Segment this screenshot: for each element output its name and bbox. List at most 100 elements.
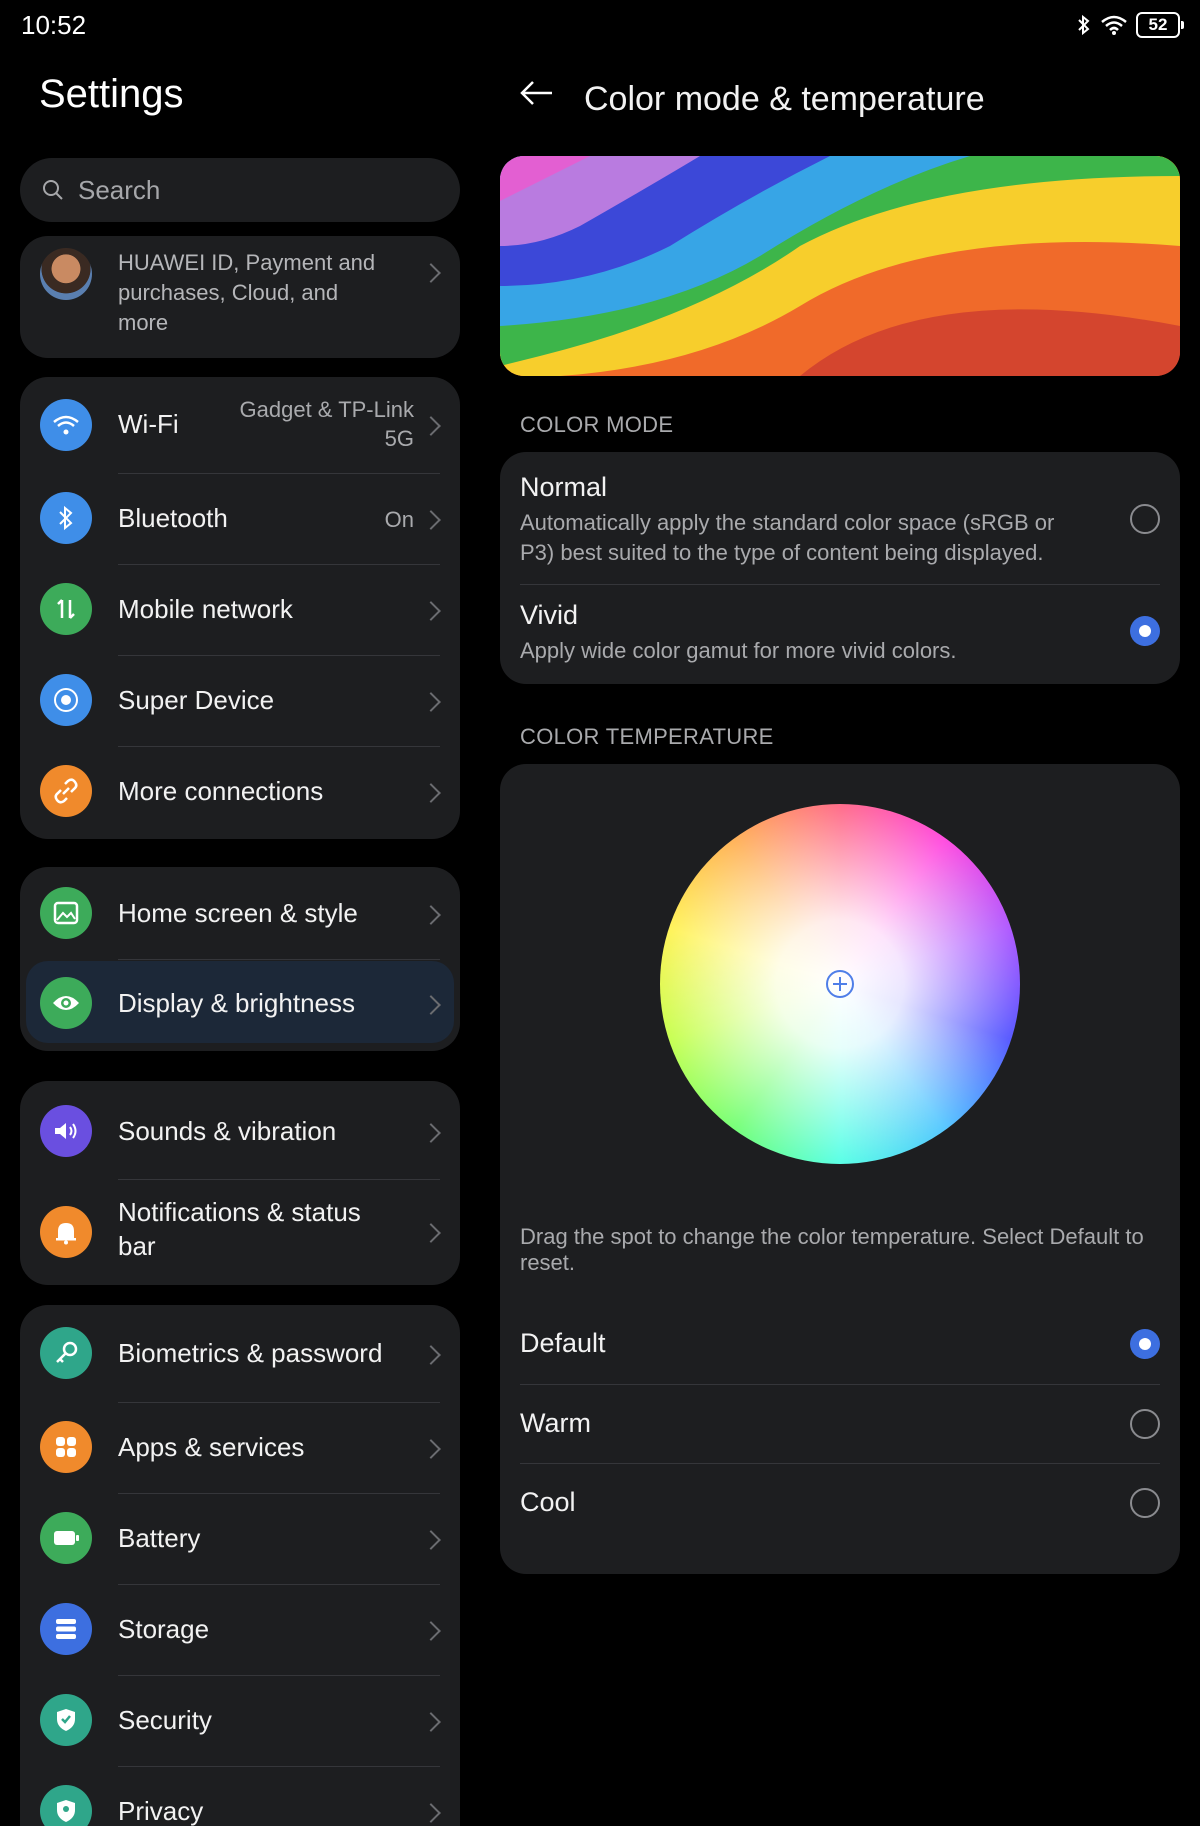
color-mode-normal[interactable]: Normal Automatically apply the standard …: [500, 452, 1180, 584]
eye-icon: [40, 977, 92, 1029]
sidebar-item-label: Security: [118, 1705, 212, 1735]
chevron-right-icon: [421, 1345, 441, 1365]
wifi-icon: [40, 399, 92, 451]
vivid-radio[interactable]: [1130, 616, 1160, 646]
sidebar-item-label: Home screen & style: [118, 898, 358, 928]
system-group: Biometrics & password Apps & services Ba…: [20, 1305, 460, 1826]
sidebar-item-display-brightness[interactable]: Display & brightness: [20, 959, 460, 1051]
chevron-right-icon: [421, 1439, 441, 1459]
sidebar-item-label: More connections: [118, 776, 324, 806]
speaker-icon: [40, 1105, 92, 1157]
color-mode-card: Normal Automatically apply the standard …: [500, 452, 1180, 684]
search-placeholder: Search: [78, 174, 161, 205]
status-icons: 52: [1076, 12, 1184, 38]
sound-notification-group: Sounds & vibration Notifications & statu…: [20, 1081, 460, 1285]
sidebar-item-label: Wi-Fi: [118, 409, 179, 439]
bluetooth-status-value: On: [384, 507, 414, 532]
sidebar-item-label: Mobile network: [118, 594, 293, 624]
wifi-network-value: Gadget & TP-Link 5G: [239, 397, 414, 451]
option-label: Cool: [520, 1487, 576, 1517]
chevron-right-icon: [421, 1712, 441, 1732]
sidebar-item-label: Storage: [118, 1614, 210, 1644]
temperature-spot-handle[interactable]: [826, 970, 854, 998]
chevron-right-icon: [421, 601, 441, 621]
sidebar-item-label: Bluetooth: [118, 503, 228, 533]
chevron-right-icon: [421, 1530, 441, 1550]
shield-icon: [40, 1694, 92, 1746]
sidebar-item-sounds[interactable]: Sounds & vibration: [20, 1081, 460, 1179]
super-device-icon: [40, 674, 92, 726]
sidebar-item-mobile-network[interactable]: Mobile network: [20, 564, 460, 655]
back-button[interactable]: [518, 78, 554, 113]
chevron-right-icon: [421, 1621, 441, 1641]
avatar: [40, 248, 92, 300]
warm-radio[interactable]: [1130, 1409, 1160, 1439]
option-description: Automatically apply the standard color s…: [520, 510, 1055, 565]
detail-pane: Color mode & temperature COLOR MODE Norm…: [478, 52, 1200, 1826]
sidebar-item-label: Apps & services: [118, 1432, 305, 1462]
temp-option-default[interactable]: Default: [500, 1304, 1180, 1384]
option-title: Vivid: [520, 600, 579, 630]
account-card[interactable]: HUAWEI ID, Payment and purchases, Cloud,…: [20, 236, 460, 358]
color-temperature-card: Drag the spot to change the color temper…: [500, 764, 1180, 1574]
default-radio[interactable]: [1130, 1329, 1160, 1359]
apps-icon: [40, 1421, 92, 1473]
sidebar-item-battery[interactable]: Battery: [20, 1493, 460, 1584]
sidebar-item-apps-services[interactable]: Apps & services: [20, 1402, 460, 1493]
chevron-right-icon: [421, 416, 441, 436]
sidebar-item-label: Sounds & vibration: [118, 1116, 337, 1146]
chevron-right-icon: [421, 783, 441, 803]
bell-icon: [40, 1206, 92, 1258]
battery-indicator: 52: [1136, 12, 1184, 38]
detail-title: Color mode & temperature: [584, 80, 985, 118]
display-group: Home screen & style Display & brightness: [20, 867, 460, 1051]
color-temperature-header: COLOR TEMPERATURE: [520, 724, 774, 749]
sidebar-item-label: Super Device: [118, 685, 275, 715]
battery-icon: [40, 1512, 92, 1564]
option-title: Normal: [520, 472, 608, 502]
sidebar-item-storage[interactable]: Storage: [20, 1584, 460, 1675]
bluetooth-status-icon: [1078, 14, 1090, 36]
search-icon: [43, 180, 63, 200]
sidebar-item-privacy[interactable]: Privacy: [20, 1766, 460, 1826]
normal-radio[interactable]: [1130, 504, 1160, 534]
sidebar-item-wifi[interactable]: Wi-Fi Gadget & TP-Link 5G: [20, 377, 460, 473]
sidebar-item-super-device[interactable]: Super Device: [20, 655, 460, 746]
sidebar-item-security[interactable]: Security: [20, 1675, 460, 1766]
color-mode-header: COLOR MODE: [520, 412, 674, 437]
color-wheel[interactable]: [660, 804, 1020, 1164]
sidebar-item-biometrics[interactable]: Biometrics & password: [20, 1305, 460, 1402]
temp-option-warm[interactable]: Warm: [500, 1384, 1180, 1463]
chevron-right-icon: [421, 510, 441, 530]
option-label: Default: [520, 1328, 606, 1358]
status-time: 10:52: [21, 10, 87, 40]
image-icon: [40, 887, 92, 939]
color-preview-image: [500, 156, 1180, 376]
temperature-hint: Drag the spot to change the color temper…: [520, 1224, 1144, 1275]
storage-icon: [40, 1603, 92, 1655]
chevron-right-icon: [421, 1803, 441, 1823]
battery-level: 52: [1148, 15, 1168, 34]
chevron-right-icon: [421, 905, 441, 925]
search-input[interactable]: Search: [20, 158, 460, 222]
page-title: Settings: [39, 72, 184, 116]
wifi-status-icon: [1101, 15, 1127, 35]
account-description: HUAWEI ID, Payment and purchases, Cloud,…: [118, 250, 376, 335]
bluetooth-icon: [40, 492, 92, 544]
sidebar-item-label: Notifications & status bar: [118, 1197, 361, 1261]
sidebar-item-bluetooth[interactable]: Bluetooth On: [20, 473, 460, 564]
sidebar-item-more-connections[interactable]: More connections: [20, 746, 460, 839]
settings-sidebar: Settings Search HUAWEI ID, Payment and p…: [0, 52, 478, 1826]
option-description: Apply wide color gamut for more vivid co…: [520, 638, 957, 663]
cool-radio[interactable]: [1130, 1488, 1160, 1518]
mobile-data-icon: [40, 583, 92, 635]
sidebar-item-notifications[interactable]: Notifications & status bar: [20, 1179, 460, 1285]
sidebar-item-label: Privacy: [118, 1796, 204, 1826]
color-mode-vivid[interactable]: Vivid Apply wide color gamut for more vi…: [500, 584, 1180, 684]
option-label: Warm: [520, 1408, 591, 1438]
chevron-right-icon: [421, 263, 441, 283]
temp-option-cool[interactable]: Cool: [500, 1463, 1180, 1543]
link-icon: [40, 765, 92, 817]
connectivity-group: Wi-Fi Gadget & TP-Link 5G Bluetooth On M…: [20, 377, 460, 839]
sidebar-item-home-screen[interactable]: Home screen & style: [20, 867, 460, 959]
